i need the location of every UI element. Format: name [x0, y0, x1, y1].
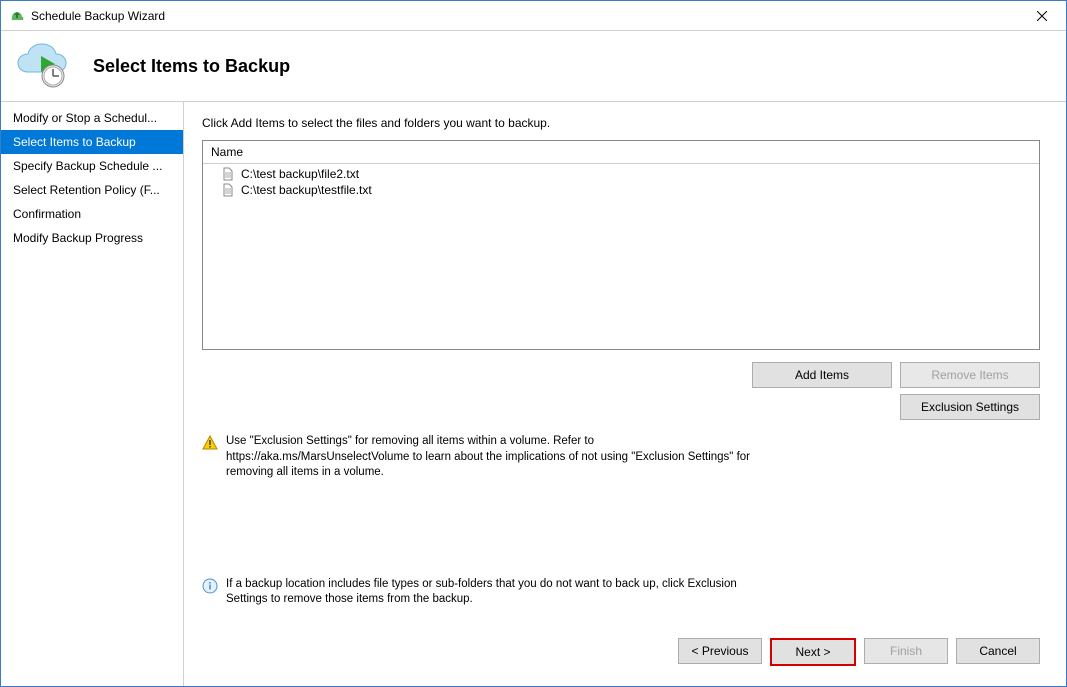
step-specify-schedule[interactable]: Specify Backup Schedule ... — [1, 154, 183, 178]
close-button[interactable] — [1022, 2, 1062, 30]
next-button[interactable]: Next > — [770, 638, 856, 666]
remove-items-button: Remove Items — [900, 362, 1040, 388]
wizard-content: Click Add Items to select the files and … — [184, 102, 1066, 686]
instruction-text: Click Add Items to select the files and … — [202, 116, 1040, 130]
items-listbox[interactable]: Name C:\test backup\file2.txt C:\test ba… — [202, 140, 1040, 350]
item-path: C:\test backup\testfile.txt — [241, 183, 372, 197]
warning-message: Use "Exclusion Settings" for removing al… — [202, 434, 762, 481]
wizard-body: Modify or Stop a Schedul... Select Items… — [1, 101, 1066, 686]
item-buttons-row1: Add Items Remove Items — [202, 362, 1040, 388]
file-icon — [221, 183, 235, 197]
finish-button: Finish — [864, 638, 948, 664]
wizard-nav-buttons: < Previous Next > Finish Cancel — [678, 638, 1040, 666]
wizard-steps-sidebar: Modify or Stop a Schedul... Select Items… — [1, 102, 184, 686]
add-items-button[interactable]: Add Items — [752, 362, 892, 388]
list-item[interactable]: C:\test backup\file2.txt — [203, 166, 1039, 182]
item-path: C:\test backup\file2.txt — [241, 167, 359, 181]
warning-text: Use "Exclusion Settings" for removing al… — [226, 434, 762, 481]
previous-button[interactable]: < Previous — [678, 638, 762, 664]
exclusion-settings-button[interactable]: Exclusion Settings — [900, 394, 1040, 420]
info-message: If a backup location includes file types… — [202, 577, 762, 608]
step-modify-progress[interactable]: Modify Backup Progress — [1, 226, 183, 250]
item-buttons-row2: Exclusion Settings — [202, 394, 1040, 420]
list-item[interactable]: C:\test backup\testfile.txt — [203, 182, 1039, 198]
window-title: Schedule Backup Wizard — [31, 9, 1022, 23]
file-icon — [221, 167, 235, 181]
page-title: Select Items to Backup — [93, 56, 290, 77]
wizard-header: Select Items to Backup — [1, 31, 1066, 101]
list-column-name[interactable]: Name — [203, 141, 1039, 164]
list-body: C:\test backup\file2.txt C:\test backup\… — [203, 164, 1039, 200]
warning-icon — [202, 435, 218, 451]
step-select-items[interactable]: Select Items to Backup — [1, 130, 183, 154]
titlebar: Schedule Backup Wizard — [1, 1, 1066, 31]
cloud-backup-icon — [13, 42, 73, 90]
step-confirmation[interactable]: Confirmation — [1, 202, 183, 226]
info-icon — [202, 578, 218, 594]
app-icon — [9, 8, 25, 24]
cancel-button[interactable]: Cancel — [956, 638, 1040, 664]
info-text: If a backup location includes file types… — [226, 577, 762, 608]
step-retention-policy[interactable]: Select Retention Policy (F... — [1, 178, 183, 202]
wizard-window: Schedule Backup Wizard Select Items to B… — [0, 0, 1067, 687]
step-modify-stop[interactable]: Modify or Stop a Schedul... — [1, 106, 183, 130]
